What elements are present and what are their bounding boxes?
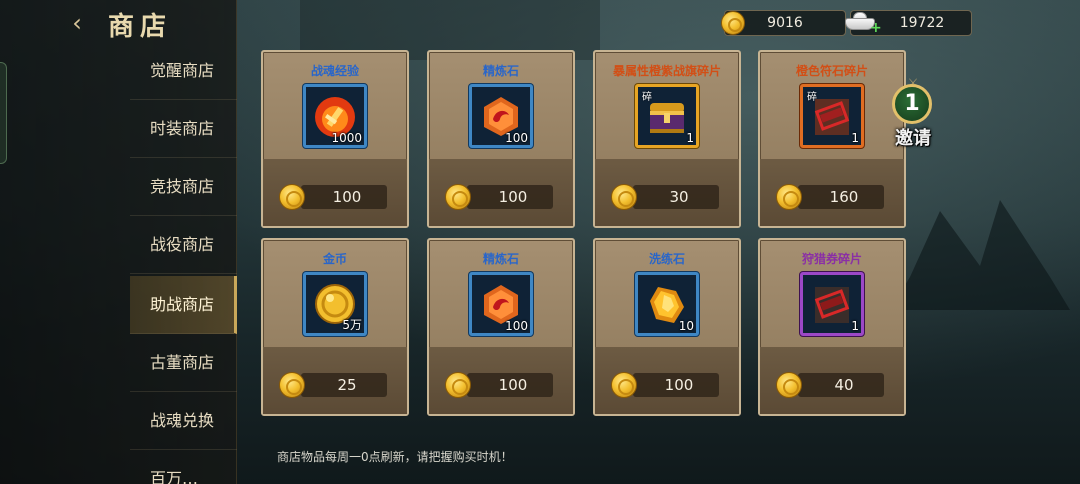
hunting-ticket-fragment-icon xyxy=(814,287,850,323)
item-name: 精炼石 xyxy=(482,252,519,266)
sidebar-item-arena-shop[interactable]: 竞技商店 xyxy=(130,158,237,216)
item-count: 1 xyxy=(851,131,859,145)
fragment-tag: 碎 xyxy=(807,92,817,103)
price-coin-icon xyxy=(611,184,637,210)
invite-count-badge: 1 xyxy=(892,84,932,124)
shop-item-card[interactable]: 精炼石 100 100 xyxy=(427,238,575,416)
price-coin-icon xyxy=(445,372,471,398)
item-icon-frame: 碎 1 xyxy=(800,84,864,148)
item-icon-frame: 1 xyxy=(800,272,864,336)
price-coin-icon xyxy=(279,184,305,210)
shop-item-card[interactable]: 精炼石 100 100 xyxy=(427,50,575,228)
item-icon-frame: 100 xyxy=(469,272,533,336)
price-label: 100 xyxy=(633,373,719,397)
price-coin-icon xyxy=(776,184,802,210)
price-label: 100 xyxy=(301,185,387,209)
price-label: 30 xyxy=(633,185,719,209)
gold-coin-icon xyxy=(721,11,745,35)
shop-item-card[interactable]: 暴属性橙紫战旗碎片 碎 1 30 xyxy=(593,50,741,228)
item-count: 1000 xyxy=(331,131,362,145)
ingot-amount: 19722 xyxy=(899,15,945,31)
price-label: 40 xyxy=(798,373,884,397)
invite-button[interactable]: ⚔ 1 邀请 xyxy=(880,76,946,152)
item-icon-frame: 碎 1 xyxy=(635,84,699,148)
item-name: 狩猎券碎片 xyxy=(801,252,862,266)
price-coin-icon xyxy=(611,372,637,398)
item-name: 战魂经验 xyxy=(310,64,359,78)
item-count: 1 xyxy=(851,319,859,333)
item-count: 100 xyxy=(505,319,528,333)
refresh-notice: 商店物品每周一0点刷新，请把握购买时机！ xyxy=(277,450,513,464)
price-coin-icon xyxy=(279,372,305,398)
item-count: 5万 xyxy=(342,318,362,332)
shop-item-card[interactable]: 洗练石 10 100 xyxy=(593,238,741,416)
shop-item-card[interactable]: 金币 5万 25 xyxy=(261,238,409,416)
back-arrow-icon[interactable]: ‹ xyxy=(64,10,90,36)
item-icon-frame: 100 xyxy=(469,84,533,148)
price-label: 160 xyxy=(798,185,884,209)
sidebar-edge-tab[interactable] xyxy=(0,62,7,164)
page-title: 商店 xyxy=(108,12,173,42)
price-label: 100 xyxy=(467,185,553,209)
price-coin-icon xyxy=(445,184,471,210)
add-ingot-icon[interactable]: + xyxy=(870,20,882,36)
item-icon-frame: 5万 xyxy=(303,272,367,336)
price-coin-icon xyxy=(776,372,802,398)
item-icon-frame: 1000 xyxy=(303,84,367,148)
shop-item-card[interactable]: 战魂经验 1000 100 xyxy=(261,50,409,228)
fragment-tag: 碎 xyxy=(642,92,652,103)
price-label: 25 xyxy=(301,373,387,397)
invite-label: 邀请 xyxy=(895,128,931,149)
sidebar-item-awaken-shop[interactable]: 觉醒商店 xyxy=(130,42,237,100)
item-name: 精炼石 xyxy=(482,64,519,78)
item-count: 1 xyxy=(686,131,694,145)
item-count: 10 xyxy=(678,319,694,333)
item-icon-frame: 10 xyxy=(635,272,699,336)
item-name: 暴属性橙紫战旗碎片 xyxy=(612,64,721,78)
sidebar-item-fashion-shop[interactable]: 时装商店 xyxy=(130,100,237,158)
item-count: 100 xyxy=(505,131,528,145)
item-name: 洗练石 xyxy=(648,252,685,266)
shop-item-card[interactable]: 狩猎券碎片 1 40 xyxy=(758,238,906,416)
item-name: 金币 xyxy=(322,252,347,266)
sidebar-item-campaign-shop[interactable]: 战役商店 xyxy=(130,216,237,274)
price-label: 100 xyxy=(467,373,553,397)
sidebar-item-antique-shop[interactable]: 古董商店 xyxy=(130,334,237,392)
sidebar-item-soul-exchange[interactable]: 战魂兑换 xyxy=(130,392,237,450)
sidebar-item-more[interactable]: 百万… xyxy=(130,450,237,484)
header: ‹ 商店 xyxy=(0,0,237,46)
coin-amount: 9016 xyxy=(767,15,803,31)
sidebar: ‹ 商店 觉醒商店 时装商店 竞技商店 战役商店 助战商店 古董商店 战魂兑换 … xyxy=(0,0,237,484)
sidebar-item-assist-shop[interactable]: 助战商店 xyxy=(130,276,237,334)
ship-silhouette xyxy=(890,200,1070,310)
